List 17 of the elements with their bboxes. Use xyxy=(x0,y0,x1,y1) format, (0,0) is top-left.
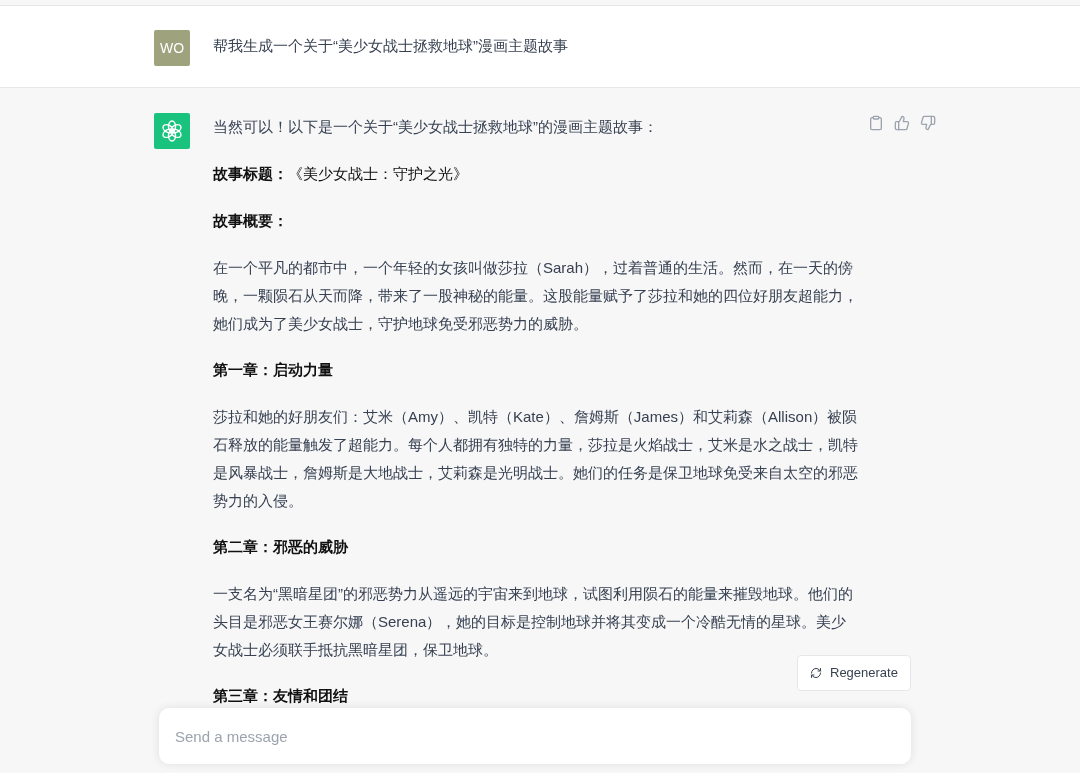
assistant-logo-icon xyxy=(154,113,190,149)
regenerate-button[interactable]: Regenerate xyxy=(797,655,911,691)
user-message: 帮我生成一个关于“美少女战士拯救地球”漫画主题故事 xyxy=(213,36,568,56)
refresh-icon xyxy=(810,667,822,679)
assistant-intro: 当然可以！以下是一个关于“美少女战士拯救地球”的漫画主题故事： xyxy=(213,117,659,137)
story-paragraph: 莎拉和她的好朋友们：艾米（Amy）、凯特（Kate）、詹姆斯（James）和艾莉森（Allison）被陨石释放的能量触发了超能力。每个人都拥有独特的力量，莎拉是火焰战士，艾米是水之战士，凯特是风暴战士，詹姆斯是大地战士，艾莉森是光明战士。她们的任务是保卫地球免受来自太空的邪恶势力的入侵。 xyxy=(213,407,858,511)
story-title: 故事标题：《美少女战士：守护之光》 xyxy=(213,164,469,184)
story-paragraph: 在一个平凡的都市中，一个年轻的女孩叫做莎拉（Sarah），过着普通的生活。然而，在一天的傍晚，一颗陨石从天而降，带来了一股神秘的能量。这股能量赋予了莎拉和她的四位好朋友超能力，她们成为了美少女战士，守护地球免受邪恶势力的威胁。 xyxy=(213,258,858,334)
message-input[interactable]: Send a message xyxy=(159,708,911,764)
section-heading: 第二章：邪恶的威胁 xyxy=(213,537,349,557)
section-heading: 第三章：友情和团结 xyxy=(213,686,349,706)
thumbs-up-icon[interactable] xyxy=(894,115,910,131)
user-avatar: WO xyxy=(154,30,190,66)
copy-icon[interactable] xyxy=(868,115,884,131)
section-heading: 第一章：启动力量 xyxy=(213,360,334,380)
section-heading: 故事概要： xyxy=(213,211,289,231)
thumbs-down-icon[interactable] xyxy=(920,115,936,131)
